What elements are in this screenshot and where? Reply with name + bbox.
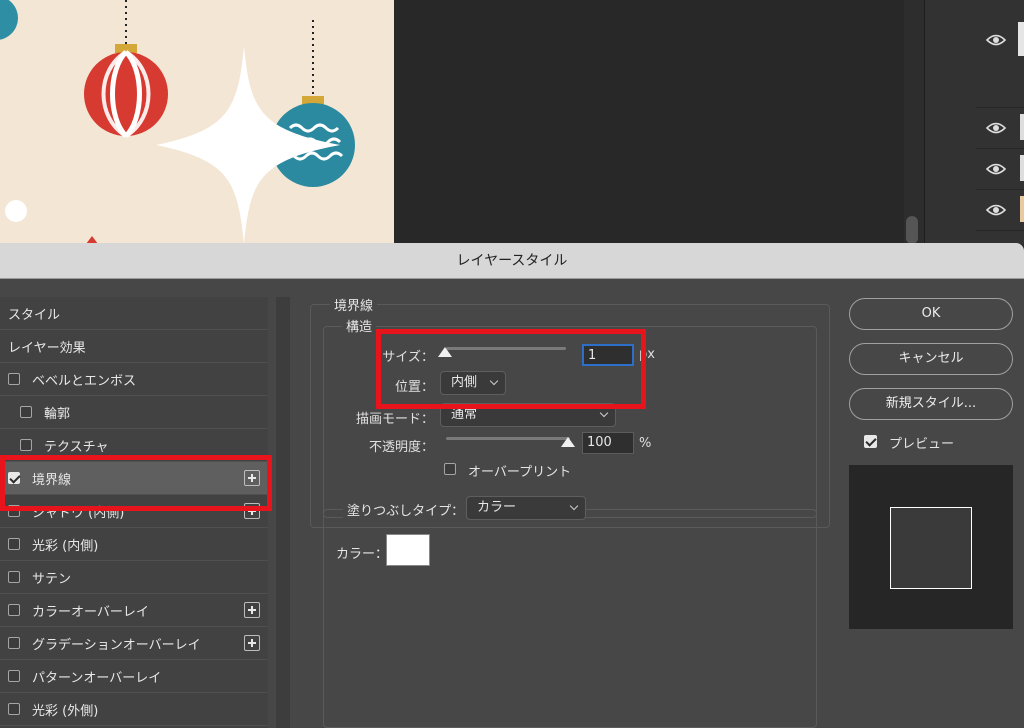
layer-divider [976,230,1024,231]
workspace-background [394,0,904,244]
outer-glow-checkbox[interactable] [8,703,20,715]
opacity-input[interactable]: 100 [582,432,634,454]
layer-divider [976,148,1024,149]
fill-type-label: 塗りつぶしタイプ： [343,500,469,519]
blend-mode-label: 描画モード： [355,412,434,427]
style-item-color-overlay[interactable]: カラーオーバーレイ [0,594,268,627]
style-item-label: ベベルとエンボス [32,373,137,389]
style-item-inner-glow[interactable]: 光彩 (内側) [0,528,268,561]
style-item-label: グラデーションオーバーレイ [32,637,201,653]
layer-thumbnail[interactable] [1020,155,1024,181]
add-gradient-overlay-icon[interactable] [244,635,260,651]
styles-header-label: スタイル [8,307,61,323]
eye-icon[interactable] [986,121,1006,135]
layer-effects-label: レイヤー効果 [8,340,86,356]
satin-checkbox[interactable] [8,571,20,583]
style-item-satin[interactable]: サテン [0,561,268,594]
preview-swatch [890,507,972,589]
style-item-label: カラーオーバーレイ [32,604,149,620]
annotation-highlight-stroke [0,455,272,511]
annotation-highlight-size-position [376,329,646,409]
layer-thumbnail[interactable] [1018,22,1024,56]
structure-title: 構造 [342,316,377,335]
style-item-label: 輪郭 [44,406,71,422]
style-item-outer-glow[interactable]: 光彩 (外側) [0,693,268,726]
new-style-button[interactable]: 新規スタイル... [849,388,1013,420]
fill-type-value: カラー [477,500,517,515]
style-item-contour[interactable]: 輪郭 [0,396,268,429]
overprint-label: オーバープリント [468,465,572,480]
add-color-overlay-icon[interactable] [244,602,260,618]
style-item-label: パターンオーバーレイ [32,670,162,686]
chevron-down-icon [569,501,579,511]
ok-button[interactable]: OK [849,298,1013,330]
layer-effects-header[interactable]: レイヤー効果 [0,330,268,363]
texture-checkbox[interactable] [20,439,32,451]
preview-checkbox[interactable] [864,435,877,448]
eye-icon[interactable] [986,203,1006,217]
canvas-artwork [0,0,355,244]
style-item-gradient-overlay[interactable]: グラデーションオーバーレイ [0,627,268,660]
layer-divider [976,107,1024,108]
layer-thumbnail[interactable] [1020,196,1024,222]
dialog-title: レイヤースタイル [0,243,1024,279]
document-canvas [0,0,394,244]
eye-icon[interactable] [986,33,1006,47]
style-item-label: 光彩 (内側) [32,538,99,554]
opacity-slider-thumb[interactable] [561,437,575,447]
layer-divider [976,189,1024,190]
opacity-slider-track[interactable] [446,437,570,440]
styles-header[interactable]: スタイル [0,297,268,330]
color-swatch[interactable] [386,534,430,566]
fill-type-dropdown[interactable]: カラー [466,496,586,520]
ornament-cap [115,44,137,53]
layer-thumbnail[interactable] [1020,114,1024,140]
inner-glow-checkbox[interactable] [8,538,20,550]
list-scroll-area [276,297,290,728]
contour-checkbox[interactable] [20,406,32,418]
preview-label: プレビュー [889,437,955,452]
style-item-bevel-emboss[interactable]: ベベルとエンボス [0,363,268,396]
style-item-label: サテン [32,571,72,587]
overprint-checkbox[interactable] [444,463,456,475]
pattern-overlay-checkbox[interactable] [8,670,20,682]
layers-panel [924,0,1024,244]
scrollbar-track[interactable] [904,0,924,244]
stroke-section-title: 境界線 [330,295,378,314]
red-ornament [84,52,168,136]
gradient-overlay-checkbox[interactable] [8,637,20,649]
bevel-emboss-checkbox[interactable] [8,373,20,385]
blend-mode-value: 通常 [451,407,478,422]
opacity-label: 不透明度： [368,440,434,455]
color-overlay-checkbox[interactable] [8,604,20,616]
eye-icon[interactable] [986,162,1006,176]
scrollbar-thumb[interactable] [906,216,918,244]
style-item-label: テクスチャ [44,439,109,455]
color-label: カラー： [336,547,389,562]
chevron-down-icon [599,408,609,418]
ornament-partial [0,0,18,40]
cancel-button[interactable]: キャンセル [849,343,1013,375]
style-item-pattern-overlay[interactable]: パターンオーバーレイ [0,660,268,693]
style-item-label: 光彩 (外側) [32,703,99,719]
opacity-unit: % [639,436,652,451]
